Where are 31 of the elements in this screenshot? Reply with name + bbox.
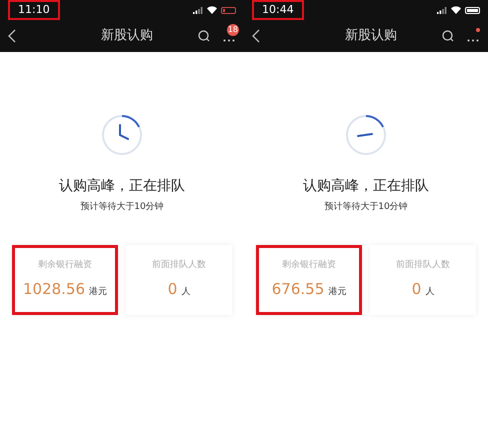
more-icon[interactable] <box>467 39 479 42</box>
back-icon[interactable] <box>8 29 16 43</box>
card-value: 0 <box>412 279 422 300</box>
search-icon[interactable] <box>198 30 210 42</box>
notification-badge: 18 <box>226 24 239 36</box>
card-label: 剩余银行融资 <box>38 258 92 272</box>
status-heading: 认购高峰，正在排队 <box>59 177 185 196</box>
status-time: 11:10 <box>8 0 60 20</box>
card-unit: 港元 <box>328 286 346 299</box>
signal-icon <box>437 6 447 14</box>
nav-title: 新股认购 <box>345 27 397 46</box>
wait-estimate: 预计等待大于10分钟 <box>80 201 164 214</box>
card-unit: 人 <box>425 286 434 299</box>
wifi-icon <box>207 6 217 14</box>
wifi-icon <box>451 6 461 14</box>
status-time: 10:44 <box>252 0 304 20</box>
card-label: 剩余银行融资 <box>282 258 336 272</box>
signal-icon <box>193 6 203 14</box>
status-heading: 认购高峰，正在排队 <box>303 177 429 196</box>
card-label: 前面排队人数 <box>152 258 206 272</box>
search-icon[interactable] <box>442 30 454 42</box>
card-unit: 港元 <box>89 286 108 299</box>
card-unit: 人 <box>181 286 190 299</box>
back-icon[interactable] <box>252 29 260 43</box>
card-value: 0 <box>168 279 178 300</box>
card-label: 前面排队人数 <box>396 258 450 272</box>
more-icon[interactable] <box>223 39 235 42</box>
nav-title: 新股认购 <box>101 27 153 46</box>
wait-estimate: 预计等待大于10分钟 <box>324 201 408 214</box>
card-value: 676.55 <box>272 279 324 300</box>
card-value: 1028.56 <box>22 279 86 300</box>
